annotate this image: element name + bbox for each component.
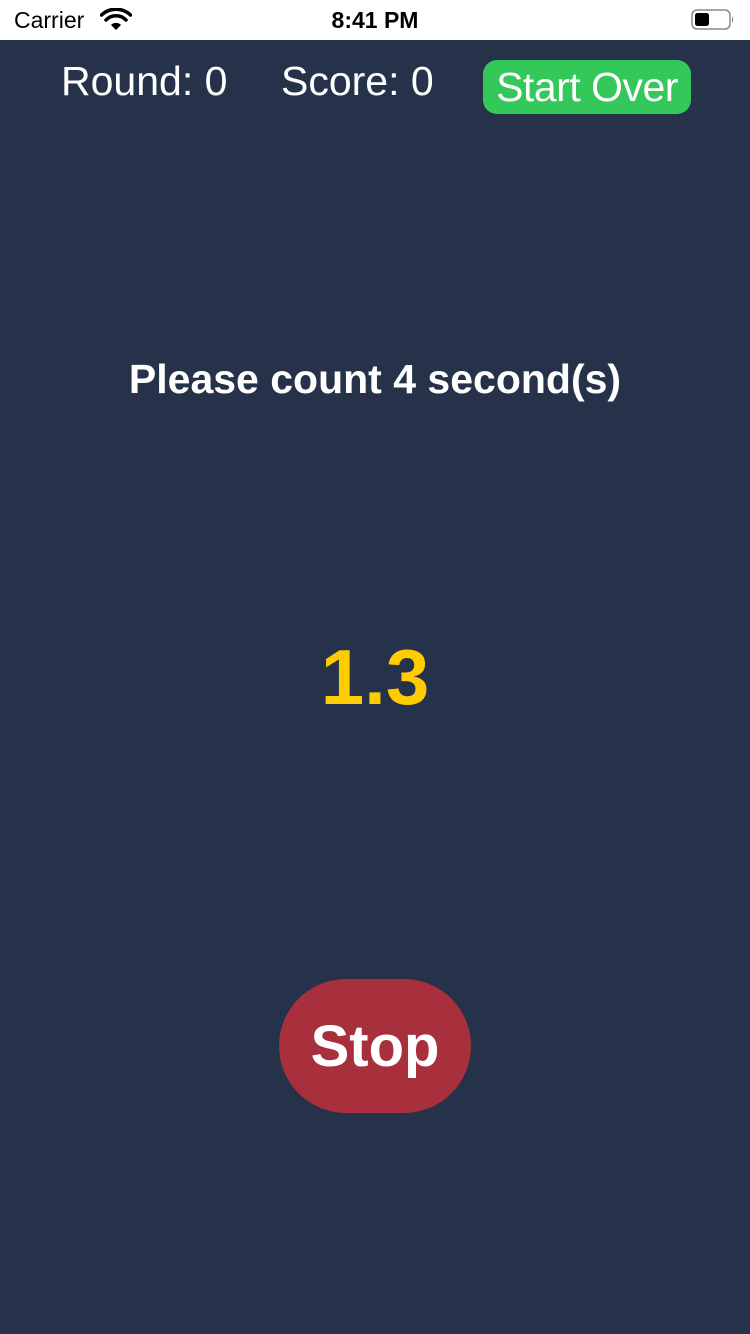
status-bar: Carrier 8:41 PM (0, 0, 750, 40)
start-over-button[interactable]: Start Over (483, 60, 691, 114)
score-counter: Score: 0 (281, 58, 434, 104)
stop-button[interactable]: Stop (279, 979, 471, 1113)
game-screen: Round: 0 Score: 0 Start Over Please coun… (0, 40, 750, 1334)
clock-time: 8:41 PM (331, 7, 419, 33)
round-counter: Round: 0 (61, 58, 228, 104)
elapsed-timer: 1.3 (320, 633, 430, 721)
battery-icon (691, 9, 734, 30)
count-instruction: Please count 4 second(s) (128, 356, 622, 402)
